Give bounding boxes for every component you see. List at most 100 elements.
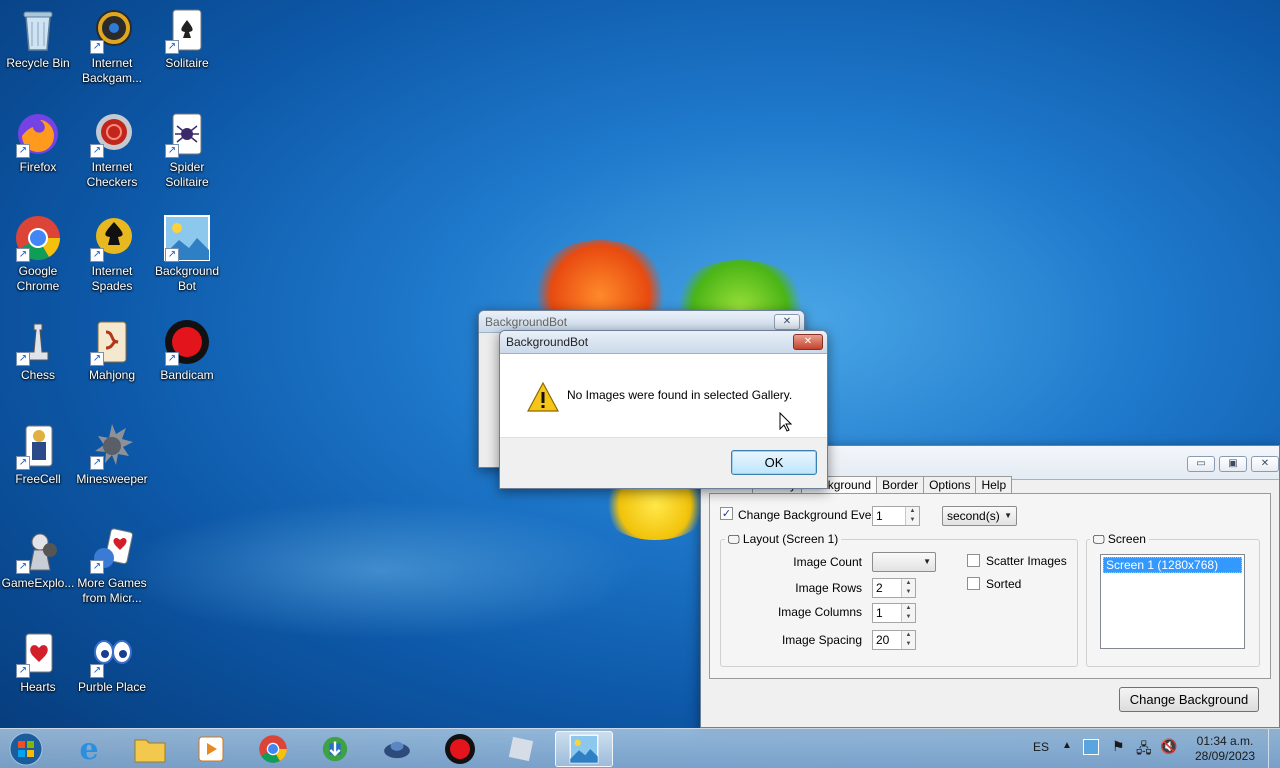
taskbar-internet-explorer[interactable]: e [60, 731, 118, 767]
dialog-title: BackgroundBot [506, 335, 589, 349]
taskbar-background-bot[interactable] [555, 731, 613, 767]
shortcut-arrow-icon: ↗ [90, 352, 104, 366]
shortcut-arrow-icon: ↗ [165, 352, 179, 366]
desktop-icon-more-games[interactable]: ↗ More Games from Micr... [74, 520, 150, 606]
desktop-icon-label: Purble Place [77, 680, 147, 694]
action-center-flag-icon[interactable]: ⚑ [1112, 738, 1125, 755]
desktop-icon-internet-spades[interactable]: ↗ Internet Spades [74, 208, 150, 294]
close-button[interactable]: ✕ [1251, 456, 1279, 472]
media-player-icon [198, 736, 224, 762]
dialog-close-button[interactable]: ✕ [793, 334, 823, 350]
spin-arrows-icon[interactable]: ▲ ▼ [901, 631, 915, 649]
network-icon[interactable]: 🖧 [1136, 738, 1152, 762]
shortcut-arrow-icon: ↗ [16, 352, 30, 366]
taskbar: e ES ▲ ⚑ 🖧 🔇 01:34 a.m. 28/09/2023 [0, 728, 1280, 768]
desktop-icon-chess[interactable]: ↗ Chess [0, 312, 76, 383]
clock-time: 01:34 a.m. [1196, 734, 1254, 748]
desktop-icon-internet-checkers[interactable]: ↗ Internet Checkers [74, 104, 150, 190]
desktop-icon-recycle-bin[interactable]: Recycle Bin [0, 0, 76, 71]
mouse-cursor-icon [779, 411, 793, 432]
tab-options[interactable]: Options [923, 476, 977, 494]
desktop-icon-spider-solitaire[interactable]: ↗ Spider Solitaire [149, 104, 225, 190]
image-spacing-stepper[interactable]: 20 ▲ ▼ [872, 630, 916, 650]
shortcut-arrow-icon: ↗ [165, 40, 179, 54]
shortcut-arrow-icon: ↗ [90, 40, 104, 54]
game-explorer-icon: ↗ [14, 526, 62, 574]
ok-button[interactable]: OK [731, 450, 817, 475]
taskbar-media-player[interactable] [182, 731, 240, 767]
change-every-label: Change Background Every [738, 508, 882, 522]
taskbar-chrome[interactable] [244, 731, 302, 767]
taskbar-clock[interactable]: 01:34 a.m. 28/09/2023 [1190, 734, 1260, 764]
scatter-images-checkbox[interactable] [967, 554, 980, 567]
spin-arrows-icon[interactable]: ▲ ▼ [901, 604, 915, 622]
desktop-icon-hearts[interactable]: ↗ Hearts [0, 624, 76, 695]
spider-solitaire-icon: ↗ [163, 110, 211, 158]
show-hidden-icons-icon[interactable]: ▲ [1062, 740, 1072, 751]
background-window-title: BackgroundBot [485, 315, 568, 329]
taskbar-game-app[interactable] [368, 731, 426, 767]
chrome-icon: ↗ [14, 214, 62, 262]
background-window-close-button[interactable]: ✕ [774, 314, 800, 330]
solitaire-icon: ↗ [163, 6, 211, 54]
sorted-checkbox[interactable] [967, 577, 980, 590]
desktop-icon-label: Spider Solitaire [165, 160, 209, 189]
tab-border[interactable]: Border [876, 476, 925, 494]
message-dialog[interactable]: BackgroundBot ✕ No Images were found in … [499, 330, 828, 489]
desktop-icon-label: Hearts [20, 680, 56, 694]
freecell-icon: ↗ [14, 422, 62, 470]
dialog-titlebar[interactable]: BackgroundBot ✕ [500, 331, 827, 354]
desktop-icon-label: FreeCell [15, 472, 61, 486]
spin-arrows-icon[interactable]: ▲ ▼ [905, 507, 919, 525]
desktop-icon-mahjong[interactable]: ↗ Mahjong [74, 312, 150, 383]
clock-date: 28/09/2023 [1194, 749, 1256, 763]
checkers-icon: ↗ [88, 110, 136, 158]
chevron-down-icon: ▼ [1004, 511, 1012, 520]
maximize-button[interactable]: ▣ [1219, 456, 1247, 472]
desktop-icon-freecell[interactable]: ↗ FreeCell [0, 416, 76, 487]
spades-icon: ↗ [88, 214, 136, 262]
desktop-icon-internet-backgammon[interactable]: ↗ Internet Backgam... [74, 0, 150, 86]
image-rows-stepper[interactable]: 2 ▲ ▼ [872, 578, 916, 598]
taskbar-file-explorer[interactable] [121, 731, 179, 767]
screen-list-item[interactable]: Screen 1 (1280x768) [1103, 557, 1242, 573]
taskbar-bandicam[interactable] [431, 731, 489, 767]
warning-icon [526, 381, 560, 412]
language-indicator[interactable]: ES [1033, 740, 1049, 754]
image-columns-stepper[interactable]: 1 ▲ ▼ [872, 603, 916, 623]
change-every-checkbox[interactable]: ✓ [720, 507, 733, 520]
background-bot-icon [569, 734, 599, 764]
image-count-select[interactable]: ▼ [872, 552, 936, 572]
spin-arrows-icon[interactable]: ▲ ▼ [901, 579, 915, 597]
volume-muted-icon[interactable]: 🔇 [1160, 738, 1177, 755]
shortcut-arrow-icon: ↗ [165, 248, 179, 262]
desktop-icon-solitaire[interactable]: ↗ Solitaire [149, 0, 225, 71]
desktop-icon-bandicam[interactable]: ↗ Bandicam [149, 312, 225, 383]
show-desktop-button[interactable] [1268, 729, 1280, 768]
game-controller-icon [384, 741, 410, 759]
shortcut-arrow-icon: ↗ [90, 144, 104, 158]
screen-list[interactable]: Screen 1 (1280x768) [1100, 554, 1245, 649]
desktop-icon-label: Internet Backgam... [81, 56, 143, 85]
interval-stepper[interactable]: 1 ▲ ▼ [872, 506, 920, 526]
desktop-icon-minesweeper[interactable]: ↗ Minesweeper [74, 416, 150, 487]
tab-help[interactable]: Help [975, 476, 1013, 494]
desktop-icon-purble-place[interactable]: ↗ Purble Place [74, 624, 150, 695]
hearts-icon: ↗ [14, 630, 62, 678]
change-background-button[interactable]: Change Background [1119, 687, 1259, 712]
desktop-icon-game-explorer[interactable]: ↗ GameExplo... [0, 520, 76, 591]
background-bot-tray-icon[interactable] [1083, 739, 1099, 755]
mahjong-icon: ↗ [88, 318, 136, 366]
minimize-button[interactable]: ▭ [1187, 456, 1215, 472]
chrome-icon [259, 735, 287, 763]
taskbar-inactive-app[interactable] [492, 731, 550, 767]
image-rows-value: 2 [876, 581, 883, 595]
desktop-icon-google-chrome[interactable]: ↗ Google Chrome [0, 208, 76, 294]
interval-unit-select[interactable]: second(s) ▼ [942, 506, 1017, 526]
start-button[interactable] [0, 731, 52, 767]
firefox-icon: ↗ [14, 110, 62, 158]
desktop-icon-background-bot[interactable]: ↗ Background Bot [149, 208, 225, 294]
desktop-icon-firefox[interactable]: ↗ Firefox [0, 104, 76, 175]
desktop-icon-label: Chess [20, 368, 55, 382]
taskbar-download-manager[interactable] [306, 731, 364, 767]
